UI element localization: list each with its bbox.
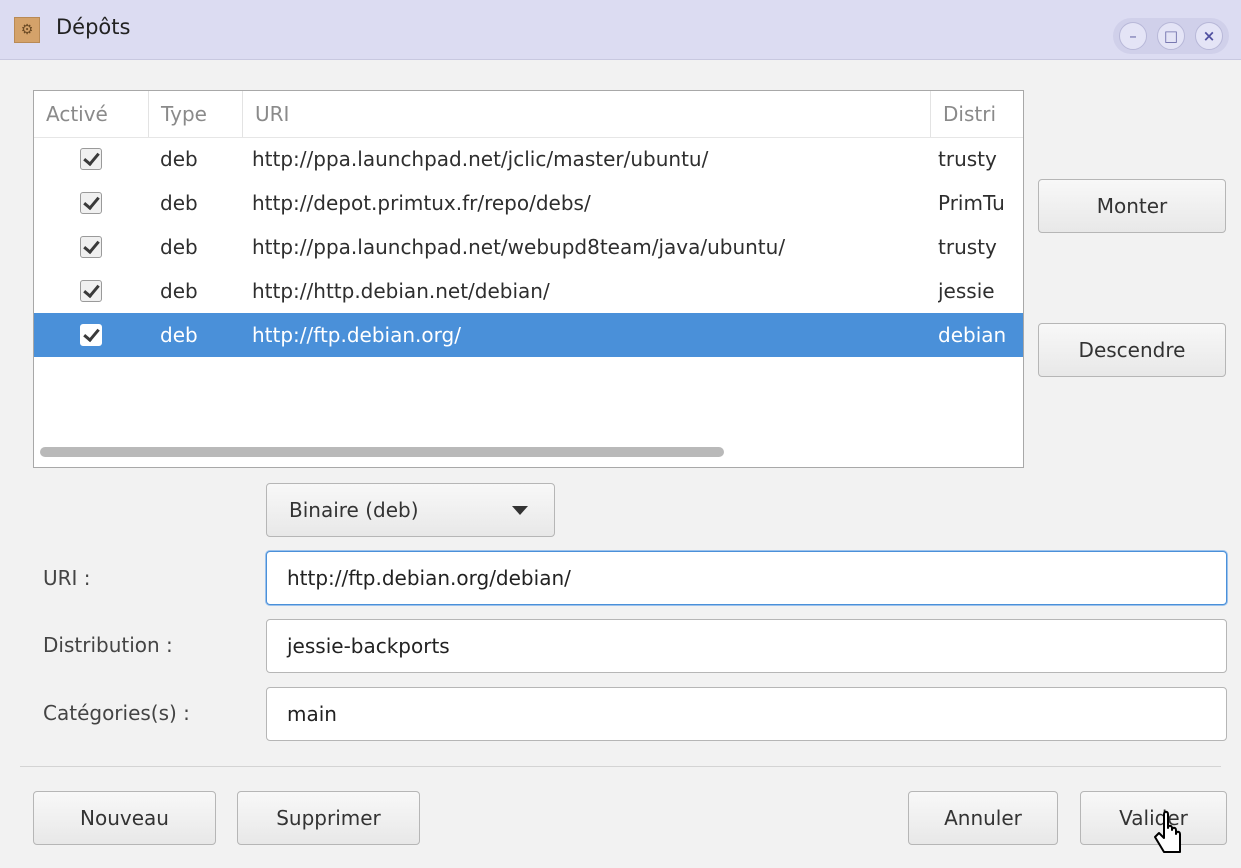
row-type: deb [160,323,198,347]
move-down-button[interactable]: Descendre [1038,323,1226,377]
row-type: deb [160,235,198,259]
active-checkbox[interactable] [80,324,102,346]
uri-label: URI : [43,566,91,590]
row-distribution: PrimTu [938,191,1005,215]
active-checkbox[interactable] [80,280,102,302]
type-combo[interactable]: Binaire (deb) [266,483,555,537]
cancel-button[interactable]: Annuler [908,791,1058,845]
table-row[interactable]: deb http://ppa.launchpad.net/jclic/maste… [34,137,1023,181]
row-uri: http://ppa.launchpad.net/webupd8team/jav… [252,235,786,259]
chevron-down-icon [512,506,528,515]
column-header-type[interactable]: Type [148,91,242,137]
delete-button[interactable]: Supprimer [237,791,420,845]
table-row-selected[interactable]: deb http://ftp.debian.org/ debian [34,313,1023,357]
column-header-uri[interactable]: URI [242,91,930,137]
new-button[interactable]: Nouveau [33,791,216,845]
row-uri: http://http.debian.net/debian/ [252,279,550,303]
divider [20,766,1221,767]
row-type: deb [160,147,198,171]
active-checkbox[interactable] [80,148,102,170]
maximize-icon[interactable]: □ [1157,22,1185,50]
row-type: deb [160,279,198,303]
uri-field[interactable]: http://ftp.debian.org/debian/ [266,551,1227,605]
column-header-distribution[interactable]: Distri [930,91,1023,137]
type-combo-value: Binaire (deb) [289,498,419,522]
app-gear-icon: ⚙ [14,17,40,43]
table-row[interactable]: deb http://http.debian.net/debian/ jessi… [34,269,1023,313]
active-checkbox[interactable] [80,236,102,258]
table-row[interactable]: deb http://ppa.launchpad.net/webupd8team… [34,225,1023,269]
row-distribution: trusty [938,235,997,259]
mouse-pointer-icon [1154,810,1181,853]
window-title: Dépôts [56,15,131,39]
distribution-label: Distribution : [43,633,173,657]
row-uri: http://ppa.launchpad.net/jclic/master/ub… [252,147,709,171]
categories-field[interactable]: main [266,687,1227,741]
close-icon[interactable]: × [1195,22,1223,50]
move-up-button[interactable]: Monter [1038,179,1226,233]
window-controls: – □ × [1113,18,1229,54]
active-checkbox[interactable] [80,192,102,214]
row-distribution: jessie [938,279,995,303]
list-header: Activé Type URI Distri [34,91,1023,138]
table-row[interactable]: deb http://depot.primtux.fr/repo/debs/ P… [34,181,1023,225]
distribution-field[interactable]: jessie-backports [266,619,1227,673]
title-bar[interactable]: ⚙ Dépôts – □ × [0,0,1241,60]
column-header-active[interactable]: Activé [34,91,148,137]
row-distribution: debian [938,323,1007,347]
row-distribution: trusty [938,147,997,171]
row-type: deb [160,191,198,215]
categories-label: Catégories(s) : [43,701,190,725]
row-uri: http://ftp.debian.org/ [252,323,461,347]
horizontal-scrollbar[interactable] [40,447,724,457]
row-uri: http://depot.primtux.fr/repo/debs/ [252,191,591,215]
minimize-icon[interactable]: – [1119,22,1147,50]
repository-list[interactable]: Activé Type URI Distri deb http://ppa.la… [33,90,1024,468]
